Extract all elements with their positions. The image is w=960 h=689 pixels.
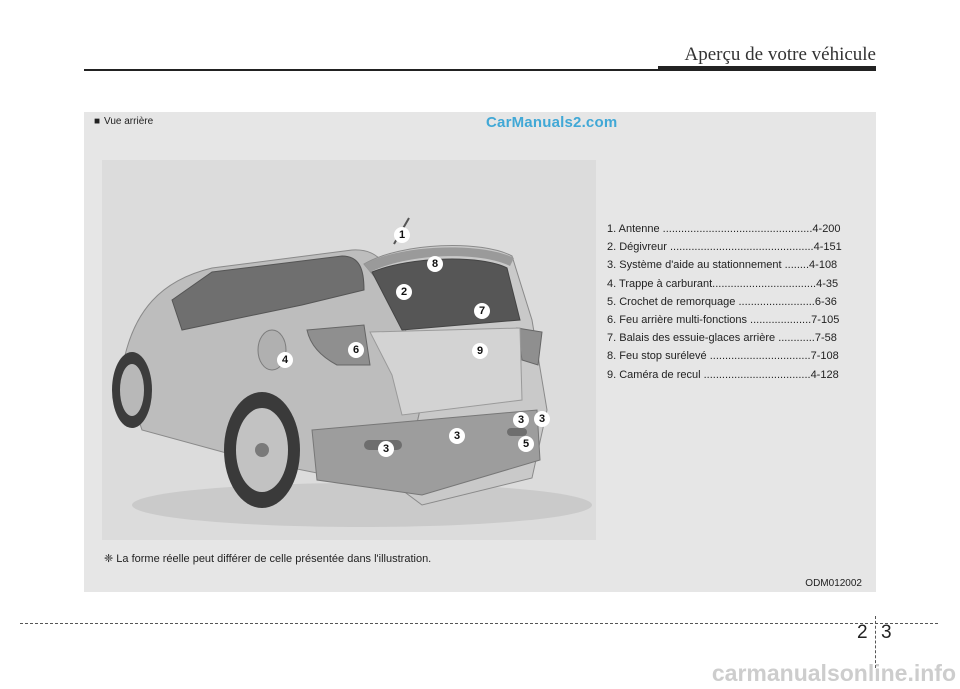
legend-item: 2. Dégivreur ...........................… [607,241,842,254]
callout-3d: 3 [378,441,394,457]
svg-text:5: 5 [523,438,529,450]
legend-item: 6. Feu arrière multi-fonctions .........… [607,314,840,327]
legend-item: 8. Feu stop surélevé ...................… [607,350,839,363]
callout-9: 9 [472,343,488,359]
section-label-text: Vue arrière [104,116,154,127]
ground-shadow [132,483,592,527]
svg-text:6: 6 [353,344,359,356]
legend-item: 3. Système d'aide au stationnement .....… [607,259,838,272]
page-number-chapter: 2 [857,622,868,643]
legend-list: 1. Antenne .............................… [607,220,867,384]
page-number-page: 3 [881,622,892,643]
header-title: Aperçu de votre véhicule [684,44,877,65]
svg-text:7: 7 [479,305,485,317]
callout-8: 8 [427,256,443,272]
legend-item: 1. Antenne .............................… [607,223,841,235]
callout-2: 2 [396,284,412,300]
callout-3c: 3 [449,428,465,444]
rear-wheel-hub [255,443,269,457]
legend-item: 5. Crochet de remorquage ...............… [607,295,837,308]
vehicle-illustration: 1 8 2 7 6 9 4 3 3 3 3 5 [102,160,596,540]
svg-text:3: 3 [518,414,524,426]
front-wheel-rim [120,364,144,416]
callout-6: 6 [348,342,364,358]
site-watermark: carmanualsonline.info [711,660,956,686]
figure-code: ODM012002 [805,578,862,589]
callout-1: 1 [394,227,410,243]
reflector-right [507,428,527,436]
callout-7: 7 [474,303,490,319]
legend-item: 7. Balais des essuie-glaces arrière ....… [607,332,837,345]
square-bullet-icon: ■ [94,116,101,127]
watermark: CarManuals2.com [486,114,618,131]
callout-4: 4 [277,352,293,368]
callout-3a: 3 [513,412,529,428]
rear-view-panel: ■ Vue arrière CarManuals2.com 1 8 2 7 6 … [84,112,876,592]
header-rule-accent [658,66,876,71]
callout-3b: 3 [534,411,550,427]
svg-text:4: 4 [282,354,289,366]
svg-text:3: 3 [383,443,389,455]
illustration-note: ❈ La forme réelle peut différer de celle… [104,553,432,565]
legend-item: 9. Caméra de recul .....................… [607,368,839,381]
svg-text:3: 3 [539,413,545,425]
legend-item: 4. Trappe à carburant...................… [607,277,839,290]
svg-text:9: 9 [477,345,483,357]
svg-text:8: 8 [432,258,438,270]
callout-5: 5 [518,436,534,452]
svg-text:1: 1 [399,229,405,241]
section-label: ■ Vue arrière [94,116,153,127]
svg-text:2: 2 [401,286,407,298]
footer-dashed-rule [20,623,938,624]
svg-text:3: 3 [454,430,460,442]
